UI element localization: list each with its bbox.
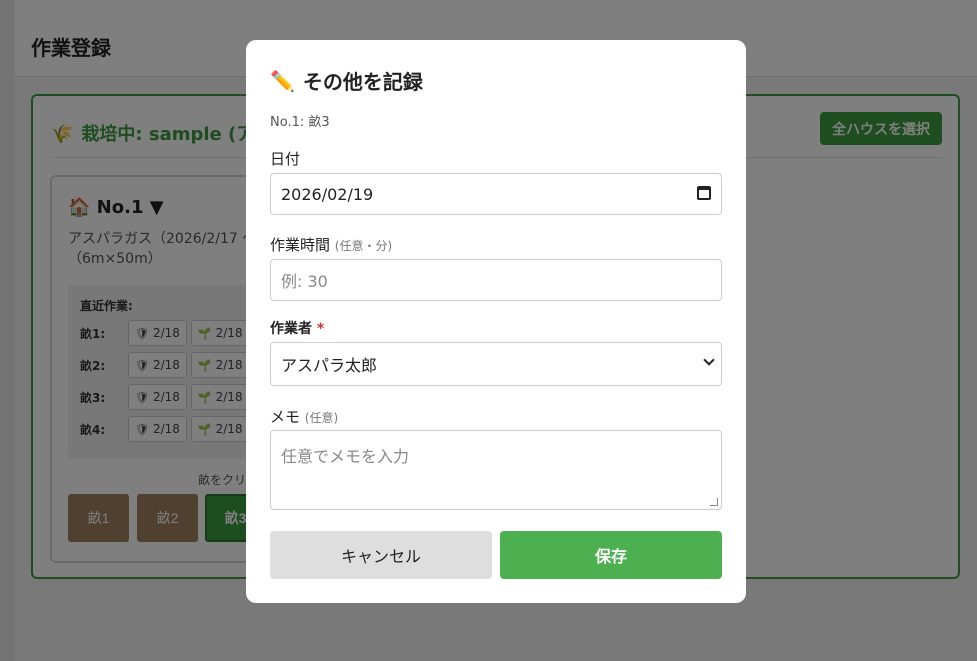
- modal-title-text: その他を記録: [302, 70, 423, 94]
- memo-textarea[interactable]: 任意でメモを入力: [270, 430, 722, 510]
- worker-selected-value: アスパラ太郎: [281, 356, 378, 375]
- worker-select[interactable]: アスパラ太郎: [270, 342, 722, 386]
- required-mark: *: [316, 321, 325, 337]
- cancel-button[interactable]: キャンセル: [270, 531, 492, 579]
- record-modal: ✏️ その他を記録 No.1: 畝3 日付 2026/02/19 作業時間 (任…: [246, 40, 746, 603]
- calendar-icon[interactable]: [697, 186, 711, 200]
- date-value: 2026/02/19: [281, 184, 374, 204]
- worker-label-text: 作業者: [270, 321, 312, 337]
- memo-optional-note: (任意): [304, 411, 339, 425]
- resize-handle[interactable]: [710, 498, 718, 506]
- date-input[interactable]: 2026/02/19: [270, 173, 722, 215]
- time-label: 作業時間 (任意・分): [270, 234, 392, 255]
- memo-placeholder: 任意でメモを入力: [281, 447, 410, 466]
- memo-label-text: メモ: [270, 408, 301, 426]
- memo-label: メモ (任意): [270, 406, 338, 427]
- save-button[interactable]: 保存: [500, 531, 722, 579]
- modal-subtitle: No.1: 畝3: [270, 115, 330, 130]
- work-time-placeholder: 例: 30: [281, 272, 328, 291]
- date-label: 日付: [270, 150, 301, 168]
- time-optional-note: (任意・分): [334, 239, 393, 253]
- time-label-text: 作業時間: [270, 236, 331, 254]
- pencil-icon: ✏️: [270, 68, 295, 93]
- chevron-down-icon: [703, 354, 715, 366]
- worker-label: 作業者 *: [270, 318, 324, 338]
- work-time-input[interactable]: 例: 30: [270, 259, 722, 301]
- modal-title: ✏️ その他を記録: [270, 66, 423, 95]
